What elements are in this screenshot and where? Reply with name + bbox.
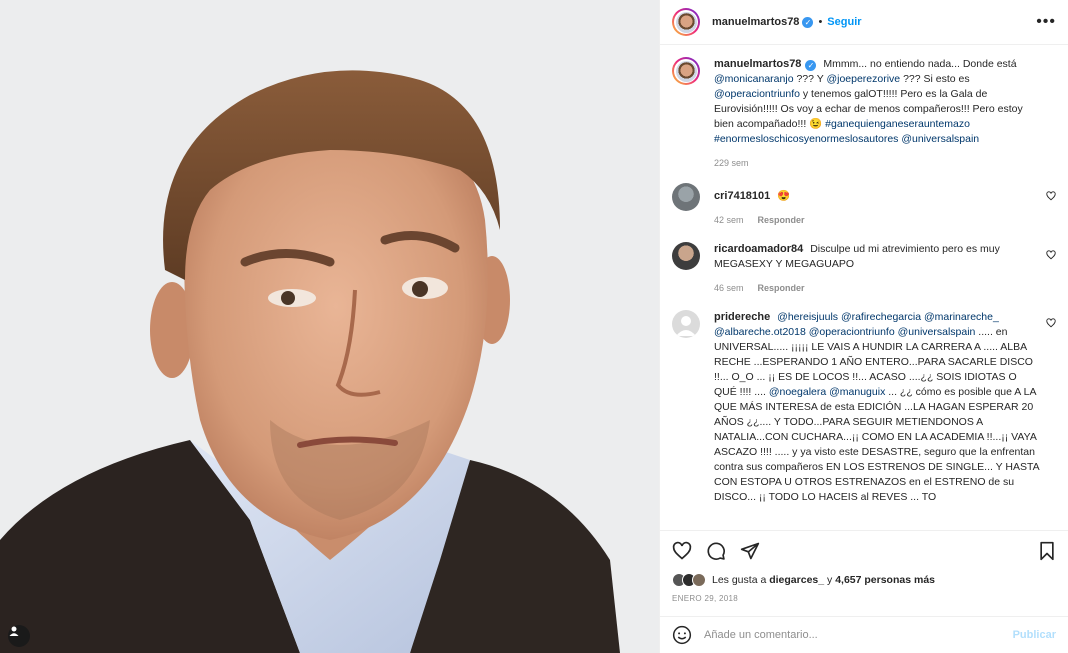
- person-icon: [9, 626, 19, 636]
- likes-connector: y: [827, 574, 833, 586]
- comment-text: ... ¿¿ cómo es posible que A LA QUE MÁS …: [714, 386, 1040, 503]
- hashtag-link[interactable]: #ganequienganeserauntemazo: [825, 118, 970, 130]
- publish-button[interactable]: Publicar: [1013, 629, 1056, 641]
- comment-body: ricardoamador84 Disculpe ud mi atrevimie…: [714, 242, 1056, 296]
- emoji-smile-icon[interactable]: [672, 625, 692, 645]
- likes-count-link[interactable]: 4,657 personas más: [835, 574, 935, 586]
- comment-meta: 46 sem Responder: [714, 281, 1040, 296]
- comment-body: cri7418101 😍 42 sem Responder: [714, 183, 1056, 228]
- likes-summary: Les gusta a diegarces_ y 4,657 personas …: [660, 570, 1068, 590]
- mention-link[interactable]: @operaciontriunfo: [714, 88, 800, 100]
- comment-item: pridereche @hereisjuuls @rafirechegarcia…: [672, 310, 1056, 505]
- caption-text: Mmmm... no entiendo nada... Donde está: [823, 58, 1017, 70]
- likes-prefix: Les gusta a: [712, 574, 767, 586]
- post-header: manuelmartos78 ✓ • Seguir •••: [660, 0, 1068, 45]
- post-side-panel: manuelmartos78 ✓ • Seguir ••• manuelmart…: [659, 0, 1068, 653]
- comment-bubble-icon[interactable]: [706, 541, 726, 561]
- more-options-icon[interactable]: •••: [1036, 13, 1056, 31]
- caption-username[interactable]: manuelmartos78: [714, 58, 801, 70]
- liker-avatar[interactable]: [692, 573, 706, 587]
- comment-input[interactable]: Añade un comentario...: [704, 629, 1013, 641]
- liker-username[interactable]: diegarces_: [769, 574, 824, 586]
- caption-author-avatar[interactable]: [672, 57, 700, 85]
- comment-time[interactable]: 46 sem: [714, 283, 744, 293]
- author-username[interactable]: manuelmartos78: [712, 16, 799, 28]
- commenter-avatar[interactable]: [672, 242, 700, 270]
- comment-username[interactable]: pridereche: [714, 311, 770, 323]
- caption-meta: 229 sem: [714, 156, 1040, 171]
- verified-badge-icon: ✓: [805, 60, 817, 71]
- comment-username[interactable]: cri7418101: [714, 190, 770, 202]
- post-photo[interactable]: [0, 0, 659, 653]
- comment-item: ricardoamador84 Disculpe ud mi atrevimie…: [672, 242, 1056, 296]
- hashtag-link[interactable]: #enormesloschicosyenormeslosautores: [714, 133, 898, 145]
- reply-button[interactable]: Responder: [758, 283, 805, 293]
- user-tag-button[interactable]: [8, 625, 30, 647]
- verified-badge-icon: ✓: [802, 16, 814, 28]
- caption: manuelmartos78 ✓ Mmmm... no entiendo nada…: [672, 57, 1056, 171]
- like-comment-heart-icon[interactable]: [1046, 318, 1056, 328]
- mention-link[interactable]: @joeperezorive: [826, 73, 900, 85]
- commenter-avatar[interactable]: [672, 310, 700, 338]
- caption-body: manuelmartos78 ✓ Mmmm... no entiendo nada…: [714, 57, 1056, 171]
- comment-meta: 42 sem Responder: [714, 213, 1040, 228]
- author-avatar[interactable]: [672, 8, 700, 36]
- separator-dot: •: [818, 16, 823, 28]
- commenter-avatar[interactable]: [672, 183, 700, 211]
- share-send-icon[interactable]: [740, 541, 760, 561]
- comment-item: cri7418101 😍 42 sem Responder: [672, 183, 1056, 228]
- action-bar: [660, 530, 1068, 570]
- mention-link[interactable]: @monicanaranjo: [714, 73, 794, 85]
- comment-username[interactable]: ricardoamador84: [714, 243, 803, 255]
- comment-time[interactable]: 42 sem: [714, 215, 744, 225]
- portrait-image: [0, 0, 659, 653]
- default-avatar-icon: [676, 316, 696, 336]
- mention-link[interactable]: @noegalera @manuguix: [769, 386, 885, 398]
- caption-text: ??? Y: [793, 73, 827, 85]
- follow-button[interactable]: Seguir: [827, 16, 861, 28]
- caption-time[interactable]: 229 sem: [714, 158, 749, 168]
- save-bookmark-icon[interactable]: [1038, 541, 1056, 561]
- comments-list[interactable]: manuelmartos78 ✓ Mmmm... no entiendo nada…: [660, 45, 1068, 530]
- mention-link[interactable]: @universalspain: [901, 133, 979, 145]
- comment-text: 😍: [777, 190, 791, 202]
- caption-text: ??? Si esto es: [900, 73, 970, 85]
- comment-body: pridereche @hereisjuuls @rafirechegarcia…: [714, 310, 1056, 505]
- reply-button[interactable]: Responder: [758, 215, 805, 225]
- like-comment-heart-icon[interactable]: [1046, 191, 1056, 201]
- add-comment-bar: Añade un comentario... Publicar: [660, 616, 1068, 653]
- like-comment-heart-icon[interactable]: [1046, 250, 1056, 260]
- instagram-post-modal: manuelmartos78 ✓ • Seguir ••• manuelmart…: [0, 0, 1068, 653]
- like-heart-icon[interactable]: [672, 541, 692, 561]
- likes-text: Les gusta a diegarces_ y 4,657 personas …: [712, 574, 935, 586]
- post-date[interactable]: ENERO 29, 2018: [660, 590, 1068, 616]
